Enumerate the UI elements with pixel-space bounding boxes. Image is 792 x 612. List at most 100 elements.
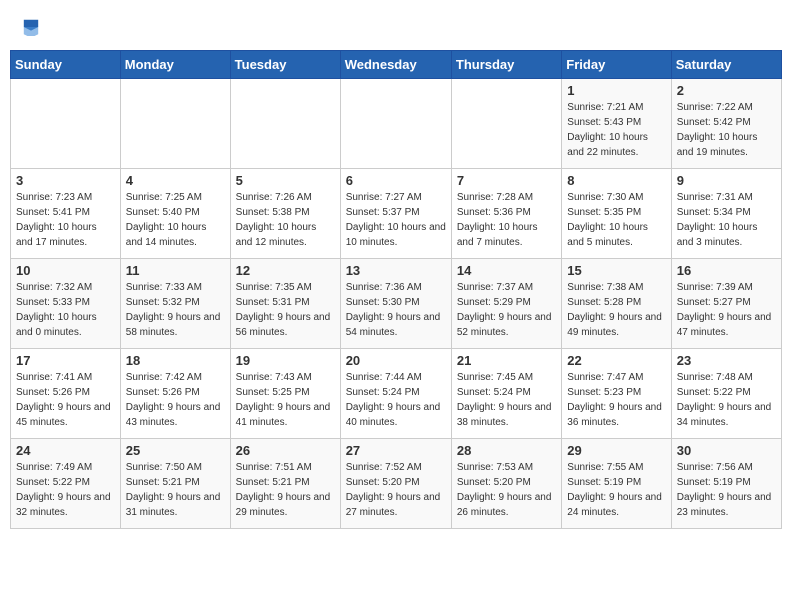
day-number: 27 <box>346 443 446 458</box>
day-info: Sunrise: 7:43 AM Sunset: 5:25 PM Dayligh… <box>236 370 335 430</box>
day-info: Sunrise: 7:30 AM Sunset: 5:35 PM Dayligh… <box>567 190 665 250</box>
calendar-cell: 3 Sunrise: 7:23 AM Sunset: 5:41 PM Daylig… <box>11 169 121 259</box>
day-number: 26 <box>236 443 335 458</box>
day-number: 12 <box>236 263 335 278</box>
calendar-cell <box>120 79 230 169</box>
calendar-cell: 15 Sunrise: 7:38 AM Sunset: 5:28 PM Dayli… <box>562 259 671 349</box>
day-info: Sunrise: 7:37 AM Sunset: 5:29 PM Dayligh… <box>457 280 556 340</box>
day-info: Sunrise: 7:31 AM Sunset: 5:34 PM Dayligh… <box>677 190 776 250</box>
calendar-cell: 7Sunrise: 7:28 AM Sunset: 5:36 PM Daylig… <box>451 169 561 259</box>
day-info: Sunrise: 7:41 AM Sunset: 5:26 PM Dayligh… <box>16 370 115 430</box>
day-number: 23 <box>677 353 776 368</box>
calendar-cell: 21 Sunrise: 7:45 AM Sunset: 5:24 PM Dayli… <box>451 349 561 439</box>
calendar-cell: 20 Sunrise: 7:44 AM Sunset: 5:24 PM Dayli… <box>340 349 451 439</box>
calendar-cell: 16Sunrise: 7:39 AM Sunset: 5:27 PM Dayli… <box>671 259 781 349</box>
day-info: Sunrise: 7:49 AM Sunset: 5:22 PM Dayligh… <box>16 460 115 520</box>
day-info: Sunrise: 7:45 AM Sunset: 5:24 PM Dayligh… <box>457 370 556 430</box>
day-info: Sunrise: 7:52 AM Sunset: 5:20 PM Dayligh… <box>346 460 446 520</box>
weekday-header: Friday <box>562 51 671 79</box>
calendar-week-row: 24 Sunrise: 7:49 AM Sunset: 5:22 PM Dayli… <box>11 439 782 529</box>
calendar-cell: 25 Sunrise: 7:50 AM Sunset: 5:21 PM Dayli… <box>120 439 230 529</box>
day-number: 18 <box>126 353 225 368</box>
day-number: 2 <box>677 83 776 98</box>
day-info: Sunrise: 7:35 AM Sunset: 5:31 PM Dayligh… <box>236 280 335 340</box>
day-number: 10 <box>16 263 115 278</box>
day-number: 29 <box>567 443 665 458</box>
calendar-cell: 30 Sunrise: 7:56 AM Sunset: 5:19 PM Dayli… <box>671 439 781 529</box>
day-info: Sunrise: 7:55 AM Sunset: 5:19 PM Dayligh… <box>567 460 665 520</box>
day-number: 15 <box>567 263 665 278</box>
calendar-cell: 19 Sunrise: 7:43 AM Sunset: 5:25 PM Dayli… <box>230 349 340 439</box>
calendar-cell <box>340 79 451 169</box>
weekday-header: Sunday <box>11 51 121 79</box>
calendar-cell: 17 Sunrise: 7:41 AM Sunset: 5:26 PM Dayli… <box>11 349 121 439</box>
weekday-header: Monday <box>120 51 230 79</box>
day-info: Sunrise: 7:44 AM Sunset: 5:24 PM Dayligh… <box>346 370 446 430</box>
calendar-cell: 27 Sunrise: 7:52 AM Sunset: 5:20 PM Dayli… <box>340 439 451 529</box>
calendar-cell <box>451 79 561 169</box>
day-info: Sunrise: 7:33 AM Sunset: 5:32 PM Dayligh… <box>126 280 225 340</box>
day-number: 17 <box>16 353 115 368</box>
day-info: Sunrise: 7:32 AM Sunset: 5:33 PM Dayligh… <box>16 280 115 340</box>
calendar-table: SundayMondayTuesdayWednesdayThursdayFrid… <box>10 50 782 529</box>
calendar-cell <box>11 79 121 169</box>
calendar-cell: 24 Sunrise: 7:49 AM Sunset: 5:22 PM Dayli… <box>11 439 121 529</box>
calendar-cell: 9Sunrise: 7:31 AM Sunset: 5:34 PM Daylig… <box>671 169 781 259</box>
weekday-header: Thursday <box>451 51 561 79</box>
calendar-cell: 2Sunrise: 7:22 AM Sunset: 5:42 PM Daylig… <box>671 79 781 169</box>
day-info: Sunrise: 7:23 AM Sunset: 5:41 PM Dayligh… <box>16 190 115 250</box>
calendar-cell: 22 Sunrise: 7:47 AM Sunset: 5:23 PM Dayli… <box>562 349 671 439</box>
calendar-cell: 6Sunrise: 7:27 AM Sunset: 5:37 PM Daylig… <box>340 169 451 259</box>
day-number: 11 <box>126 263 225 278</box>
calendar-cell: 8Sunrise: 7:30 AM Sunset: 5:35 PM Daylig… <box>562 169 671 259</box>
day-info: Sunrise: 7:48 AM Sunset: 5:22 PM Dayligh… <box>677 370 776 430</box>
day-number: 22 <box>567 353 665 368</box>
day-info: Sunrise: 7:42 AM Sunset: 5:26 PM Dayligh… <box>126 370 225 430</box>
calendar-cell: 28Sunrise: 7:53 AM Sunset: 5:20 PM Dayli… <box>451 439 561 529</box>
day-info: Sunrise: 7:47 AM Sunset: 5:23 PM Dayligh… <box>567 370 665 430</box>
weekday-header: Saturday <box>671 51 781 79</box>
day-number: 5 <box>236 173 335 188</box>
calendar-cell <box>230 79 340 169</box>
day-number: 13 <box>346 263 446 278</box>
calendar-week-row: 17 Sunrise: 7:41 AM Sunset: 5:26 PM Dayli… <box>11 349 782 439</box>
calendar-week-row: 1 Sunrise: 7:21 AM Sunset: 5:43 PM Daylig… <box>11 79 782 169</box>
day-number: 16 <box>677 263 776 278</box>
weekday-header: Wednesday <box>340 51 451 79</box>
logo-flag-icon <box>22 18 40 36</box>
day-number: 19 <box>236 353 335 368</box>
day-number: 3 <box>16 173 115 188</box>
weekday-header-row: SundayMondayTuesdayWednesdayThursdayFrid… <box>11 51 782 79</box>
day-number: 4 <box>126 173 225 188</box>
calendar-cell: 5 Sunrise: 7:26 AM Sunset: 5:38 PM Daylig… <box>230 169 340 259</box>
day-number: 24 <box>16 443 115 458</box>
logo <box>20 16 40 42</box>
calendar-cell: 10 Sunrise: 7:32 AM Sunset: 5:33 PM Dayli… <box>11 259 121 349</box>
calendar-cell: 14 Sunrise: 7:37 AM Sunset: 5:29 PM Dayli… <box>451 259 561 349</box>
day-number: 7 <box>457 173 556 188</box>
header <box>0 0 792 50</box>
day-number: 20 <box>346 353 446 368</box>
day-info: Sunrise: 7:36 AM Sunset: 5:30 PM Dayligh… <box>346 280 446 340</box>
day-number: 30 <box>677 443 776 458</box>
calendar-week-row: 10 Sunrise: 7:32 AM Sunset: 5:33 PM Dayli… <box>11 259 782 349</box>
day-info: Sunrise: 7:26 AM Sunset: 5:38 PM Dayligh… <box>236 190 335 250</box>
calendar-cell: 4 Sunrise: 7:25 AM Sunset: 5:40 PM Daylig… <box>120 169 230 259</box>
day-info: Sunrise: 7:21 AM Sunset: 5:43 PM Dayligh… <box>567 100 665 160</box>
day-info: Sunrise: 7:25 AM Sunset: 5:40 PM Dayligh… <box>126 190 225 250</box>
day-info: Sunrise: 7:27 AM Sunset: 5:37 PM Dayligh… <box>346 190 446 250</box>
day-number: 25 <box>126 443 225 458</box>
calendar-cell: 11 Sunrise: 7:33 AM Sunset: 5:32 PM Dayli… <box>120 259 230 349</box>
day-info: Sunrise: 7:50 AM Sunset: 5:21 PM Dayligh… <box>126 460 225 520</box>
calendar-cell: 18 Sunrise: 7:42 AM Sunset: 5:26 PM Dayli… <box>120 349 230 439</box>
day-info: Sunrise: 7:56 AM Sunset: 5:19 PM Dayligh… <box>677 460 776 520</box>
day-number: 14 <box>457 263 556 278</box>
calendar-week-row: 3 Sunrise: 7:23 AM Sunset: 5:41 PM Daylig… <box>11 169 782 259</box>
weekday-header: Tuesday <box>230 51 340 79</box>
calendar-cell: 13 Sunrise: 7:36 AM Sunset: 5:30 PM Dayli… <box>340 259 451 349</box>
calendar-cell: 26Sunrise: 7:51 AM Sunset: 5:21 PM Dayli… <box>230 439 340 529</box>
day-number: 1 <box>567 83 665 98</box>
calendar-cell: 12 Sunrise: 7:35 AM Sunset: 5:31 PM Dayli… <box>230 259 340 349</box>
day-number: 21 <box>457 353 556 368</box>
day-info: Sunrise: 7:38 AM Sunset: 5:28 PM Dayligh… <box>567 280 665 340</box>
